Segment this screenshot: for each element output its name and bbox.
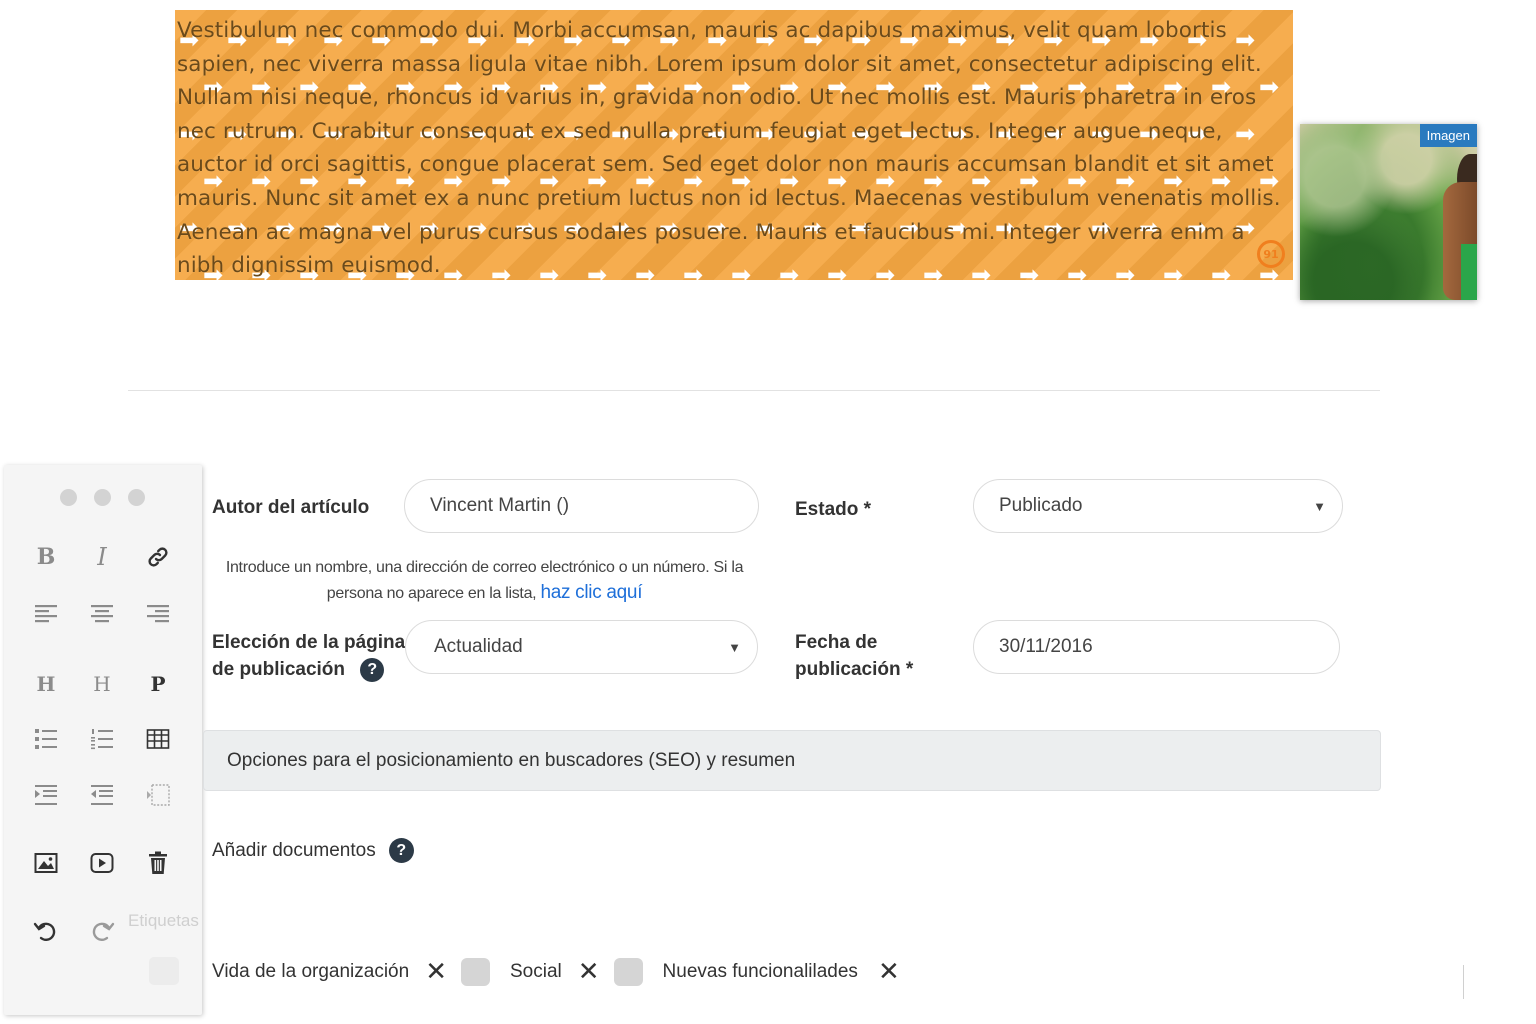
page-value: Actualidad <box>434 636 523 657</box>
tag-label: Nuevas funcionalilades <box>662 961 858 982</box>
drag-dot-icon <box>128 489 145 506</box>
redo-icon <box>92 922 115 941</box>
image-icon <box>34 853 58 873</box>
insert-image-button[interactable] <box>28 846 64 880</box>
drag-dot-icon <box>94 489 111 506</box>
page-label: Elección de la página de publicación ? <box>212 629 405 683</box>
bold-icon: B <box>36 544 56 570</box>
heading-1-button[interactable]: H <box>28 667 64 701</box>
align-left-button[interactable] <box>28 597 64 631</box>
article-text: Vestibulum nec commodo dui. Morbi accums… <box>177 18 1281 279</box>
bold-button[interactable]: B <box>28 540 64 574</box>
heading-2-icon: H <box>93 672 111 696</box>
page-label-line2-row: de publicación ? <box>212 656 405 683</box>
section-divider <box>128 390 1380 391</box>
indent-button[interactable] <box>28 778 64 812</box>
help-icon[interactable]: ? <box>360 657 385 682</box>
insert-block-button[interactable] <box>140 778 176 812</box>
align-right-button[interactable] <box>140 597 176 631</box>
page-label-line1: Elección de la página <box>212 632 406 653</box>
status-label: Estado * <box>795 499 872 520</box>
toolbar-drag-handle[interactable] <box>60 489 145 506</box>
heading-2-button[interactable]: H <box>84 667 120 701</box>
italic-button[interactable]: I <box>84 540 120 574</box>
table-icon <box>146 729 170 749</box>
page-select[interactable]: Actualidad ▼ <box>405 620 758 674</box>
date-label: Fecha de publicación * <box>795 629 913 683</box>
add-person-link[interactable]: haz clic aquí <box>540 582 642 603</box>
heading-1-icon: H <box>36 672 56 696</box>
article-content-block[interactable]: ➡ ➡ ➡ ➡ ➡ ➡ ➡ ➡ ➡ ➡ ➡ ➡ ➡ ➡ ➡ ➡ ➡ ➡ ➡ ➡ ➡ ➡ ➡ ➡ ➡ ➡ ➡ ➡ ➡ ➡ ➡ ➡ ➡ ➡ ➡ ➡ ➡ ➡ ➡ ➡… <box>175 10 1293 280</box>
indent-icon <box>35 785 57 805</box>
link-button[interactable] <box>140 540 176 574</box>
tag-checkbox[interactable] <box>613 958 643 986</box>
align-center-icon <box>91 605 113 623</box>
remove-tag-icon[interactable]: ✕ <box>878 959 900 985</box>
date-input[interactable]: 30/11/2016 <box>973 620 1340 674</box>
tag-list: Vida de la organización ✕ Social ✕ Nueva… <box>212 958 914 986</box>
paragraph-button[interactable]: P <box>140 667 176 701</box>
align-center-button[interactable] <box>84 597 120 631</box>
bullet-list-button[interactable] <box>28 722 64 756</box>
badge-icon: 91 <box>1257 240 1285 268</box>
date-value: 30/11/2016 <box>999 636 1093 657</box>
author-value: Vincent Martin () <box>430 495 570 516</box>
image-person-shirt <box>1461 244 1477 300</box>
author-label: Autor del artículo <box>212 497 370 518</box>
trash-icon <box>149 851 167 874</box>
date-label-line1: Fecha de <box>795 632 878 653</box>
delete-button[interactable] <box>140 846 176 880</box>
drag-dot-icon <box>60 489 77 506</box>
remove-tag-icon[interactable]: ✕ <box>425 959 447 985</box>
ghost-checkbox <box>149 957 179 985</box>
numbered-list-icon <box>91 729 113 750</box>
add-documents-label: Añadir documentos <box>212 839 376 861</box>
tag-checkbox[interactable] <box>460 958 490 986</box>
tags-ghost-label: Etiquetas <box>128 911 199 930</box>
chevron-down-icon: ▼ <box>1313 499 1326 514</box>
vertical-divider <box>1463 965 1464 999</box>
tag-label: Social <box>509 961 562 982</box>
add-documents-row: Añadir documentos ? <box>212 838 414 863</box>
editor-toolbar[interactable]: B I H H P Etiquetas <box>4 465 202 1015</box>
undo-button[interactable] <box>28 914 64 948</box>
outdent-icon <box>91 785 113 805</box>
link-icon <box>148 547 168 567</box>
outdent-button[interactable] <box>84 778 120 812</box>
author-input[interactable]: Vincent Martin () <box>404 479 759 533</box>
insert-block-icon <box>147 784 170 806</box>
paragraph-icon: P <box>150 672 166 696</box>
video-icon <box>90 853 114 873</box>
chevron-down-icon: ▼ <box>728 640 741 655</box>
seo-section-toggle[interactable]: Opciones para el posicionamiento en busc… <box>203 730 1381 791</box>
align-left-icon <box>35 605 57 623</box>
image-tag: Imagen <box>1419 124 1477 147</box>
article-image[interactable]: Imagen <box>1300 124 1477 300</box>
bullet-list-icon <box>35 729 57 749</box>
remove-tag-icon[interactable]: ✕ <box>578 959 600 985</box>
numbered-list-button[interactable] <box>84 722 120 756</box>
status-value: Publicado <box>999 495 1083 516</box>
help-icon[interactable]: ? <box>388 838 414 863</box>
undo-icon <box>33 922 56 941</box>
date-label-line2: publicación * <box>795 659 914 680</box>
insert-video-button[interactable] <box>84 846 120 880</box>
align-right-icon <box>147 605 169 623</box>
italic-icon: I <box>97 543 107 571</box>
redo-button[interactable] <box>84 914 120 948</box>
author-hint: Introduce un nombre, una dirección de co… <box>212 555 757 606</box>
author-hint-text: Introduce un nombre, una dirección de co… <box>225 559 744 602</box>
tag-label: Vida de la organización <box>212 961 410 982</box>
status-select[interactable]: Publicado ▼ <box>973 479 1343 533</box>
page-label-line2: de publicación <box>212 659 346 680</box>
seo-section-label: Opciones para el posicionamiento en busc… <box>227 749 796 771</box>
table-button[interactable] <box>140 722 176 756</box>
